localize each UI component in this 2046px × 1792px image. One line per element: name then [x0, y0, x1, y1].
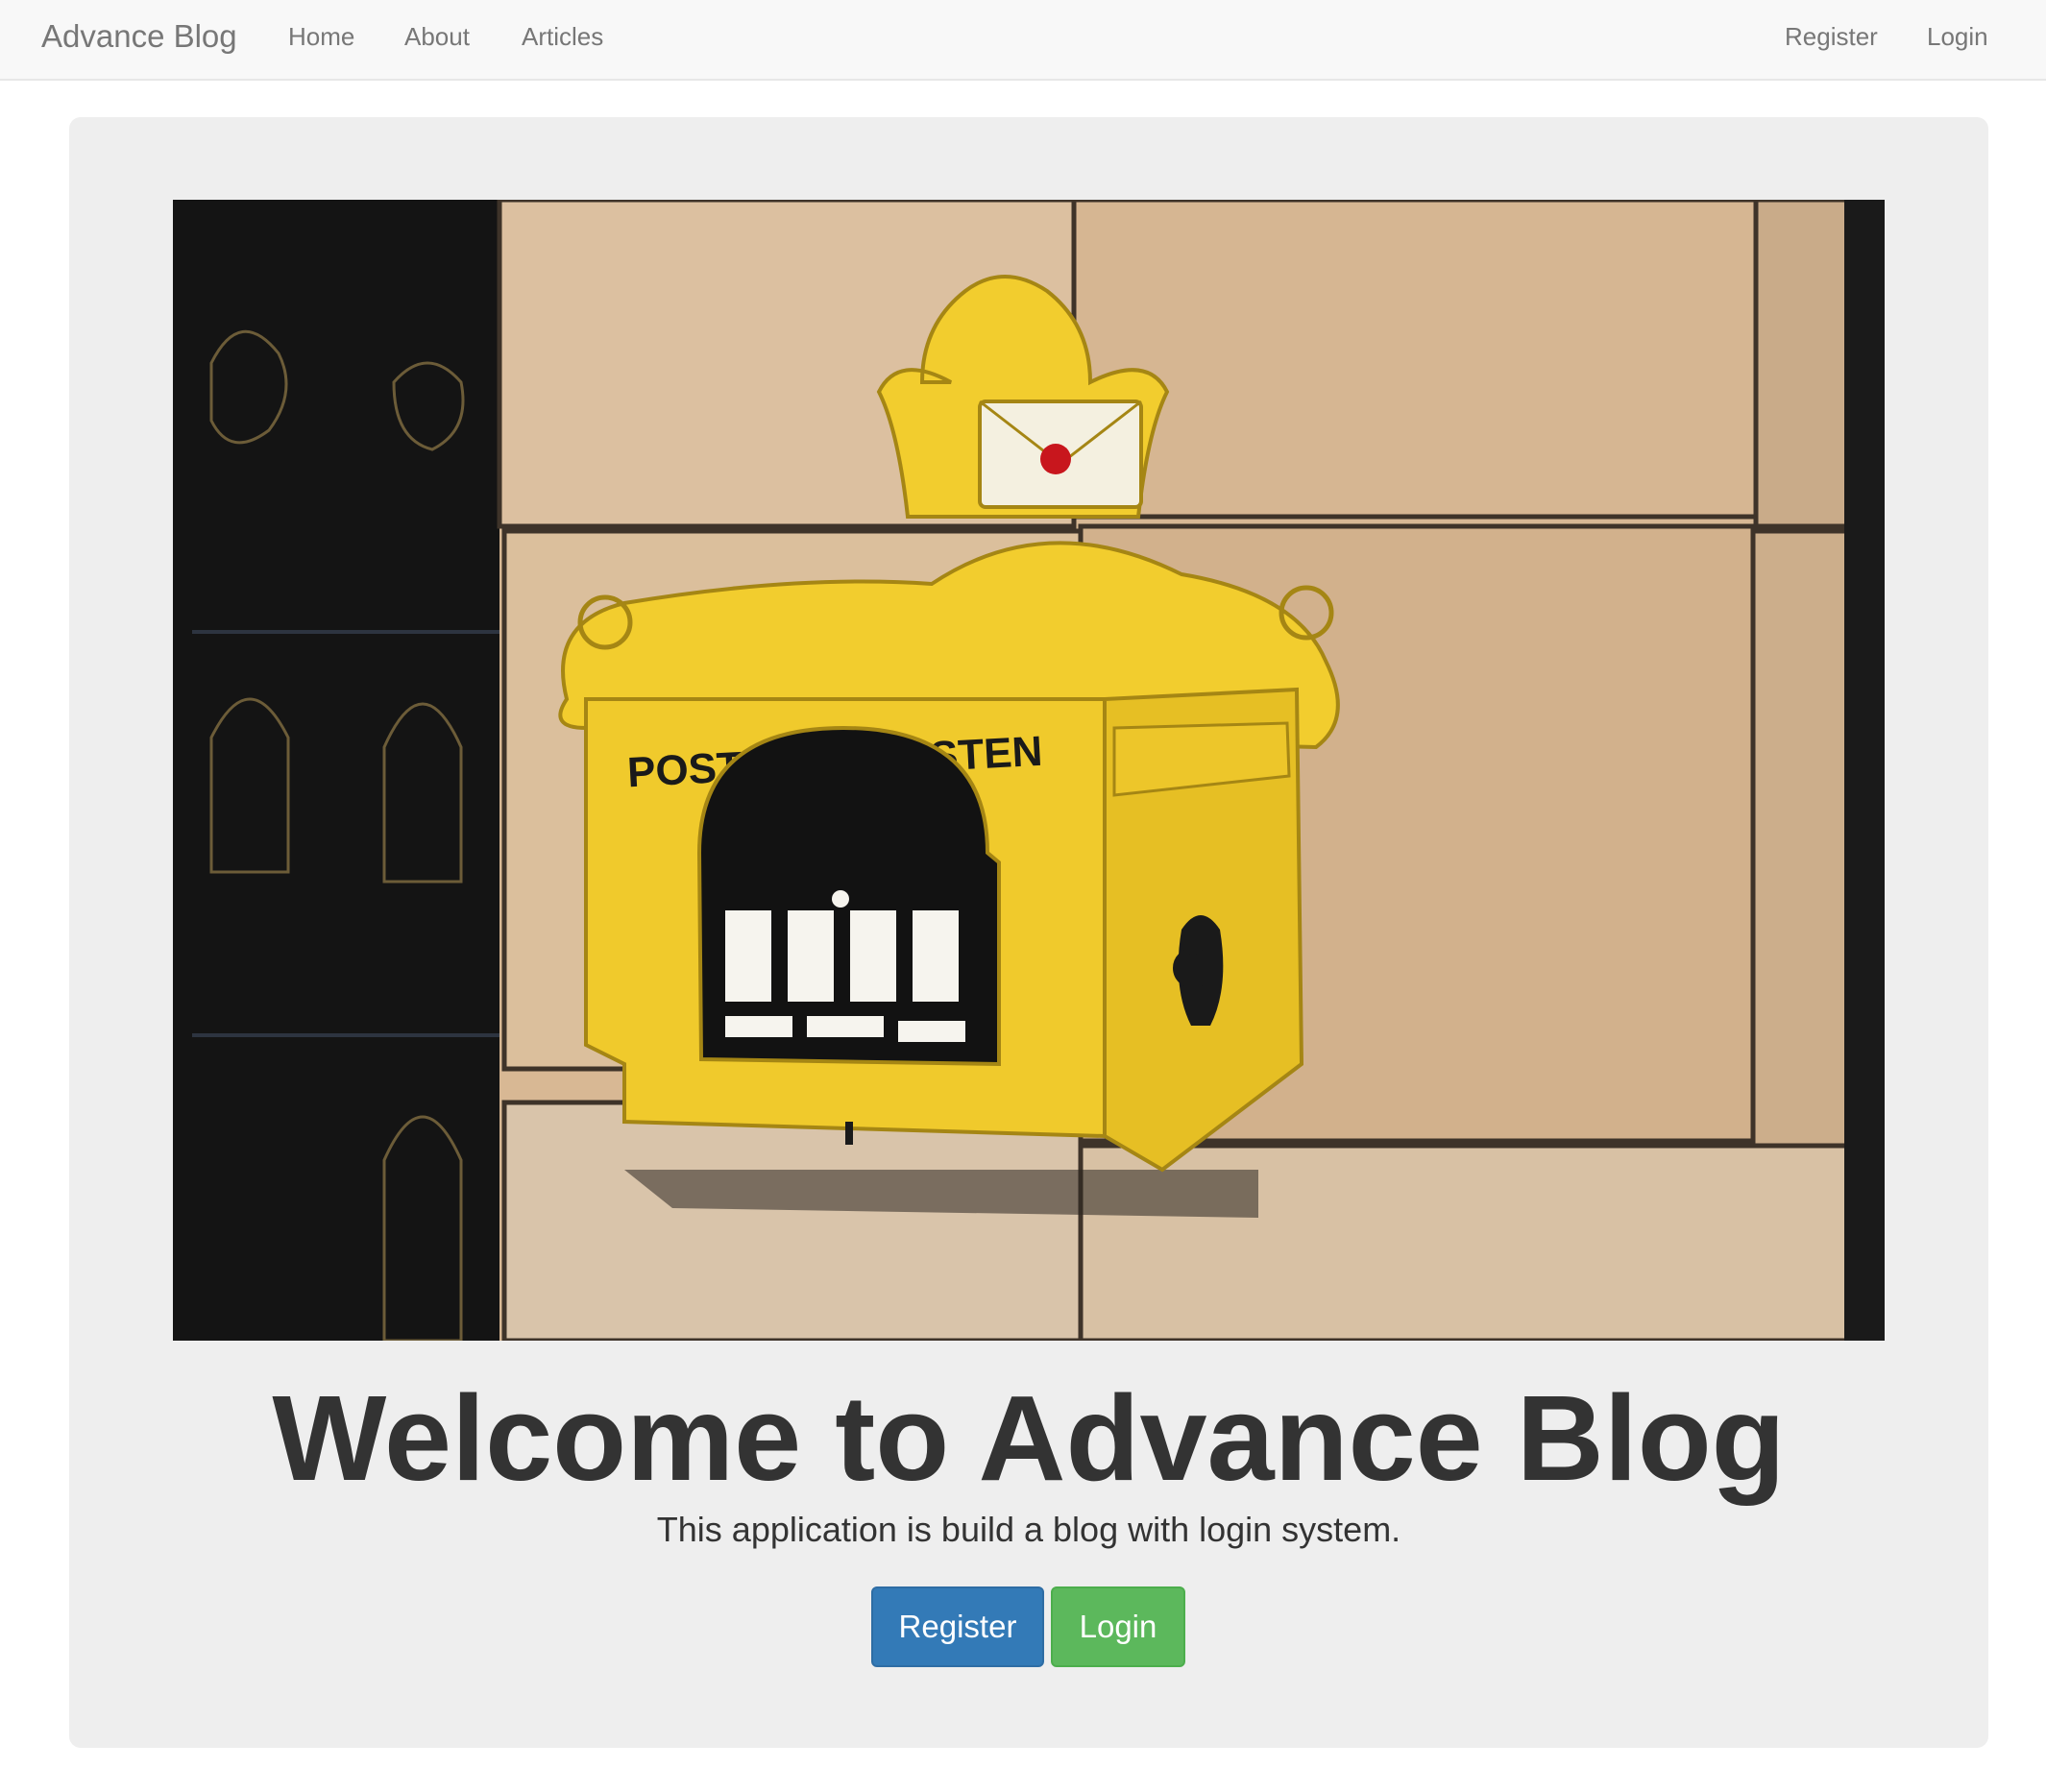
navbar: Advance Blog Home About Articles Registe… — [0, 0, 2046, 81]
page-subtitle: This application is build a blog with lo… — [656, 1510, 1401, 1549]
nav-about-link[interactable]: About — [404, 0, 470, 73]
jumbotron: POSTBRIEFKASTEN Welcome to Advance Blog … — [69, 117, 1988, 1748]
register-button[interactable]: Register — [871, 1586, 1044, 1667]
nav-login-link[interactable]: Login — [1927, 0, 1988, 73]
brand-link[interactable]: Advance Blog — [41, 0, 237, 73]
hero-image: POSTBRIEFKASTEN — [173, 200, 1885, 1341]
login-button[interactable]: Login — [1051, 1586, 1185, 1667]
nav-register-link[interactable]: Register — [1785, 0, 1878, 73]
mailbox-photo: POSTBRIEFKASTEN — [173, 200, 1885, 1341]
nav-home-link[interactable]: Home — [288, 0, 354, 73]
page-title: Welcome to Advance Blog — [272, 1370, 1786, 1506]
nav-articles-link[interactable]: Articles — [522, 0, 603, 73]
